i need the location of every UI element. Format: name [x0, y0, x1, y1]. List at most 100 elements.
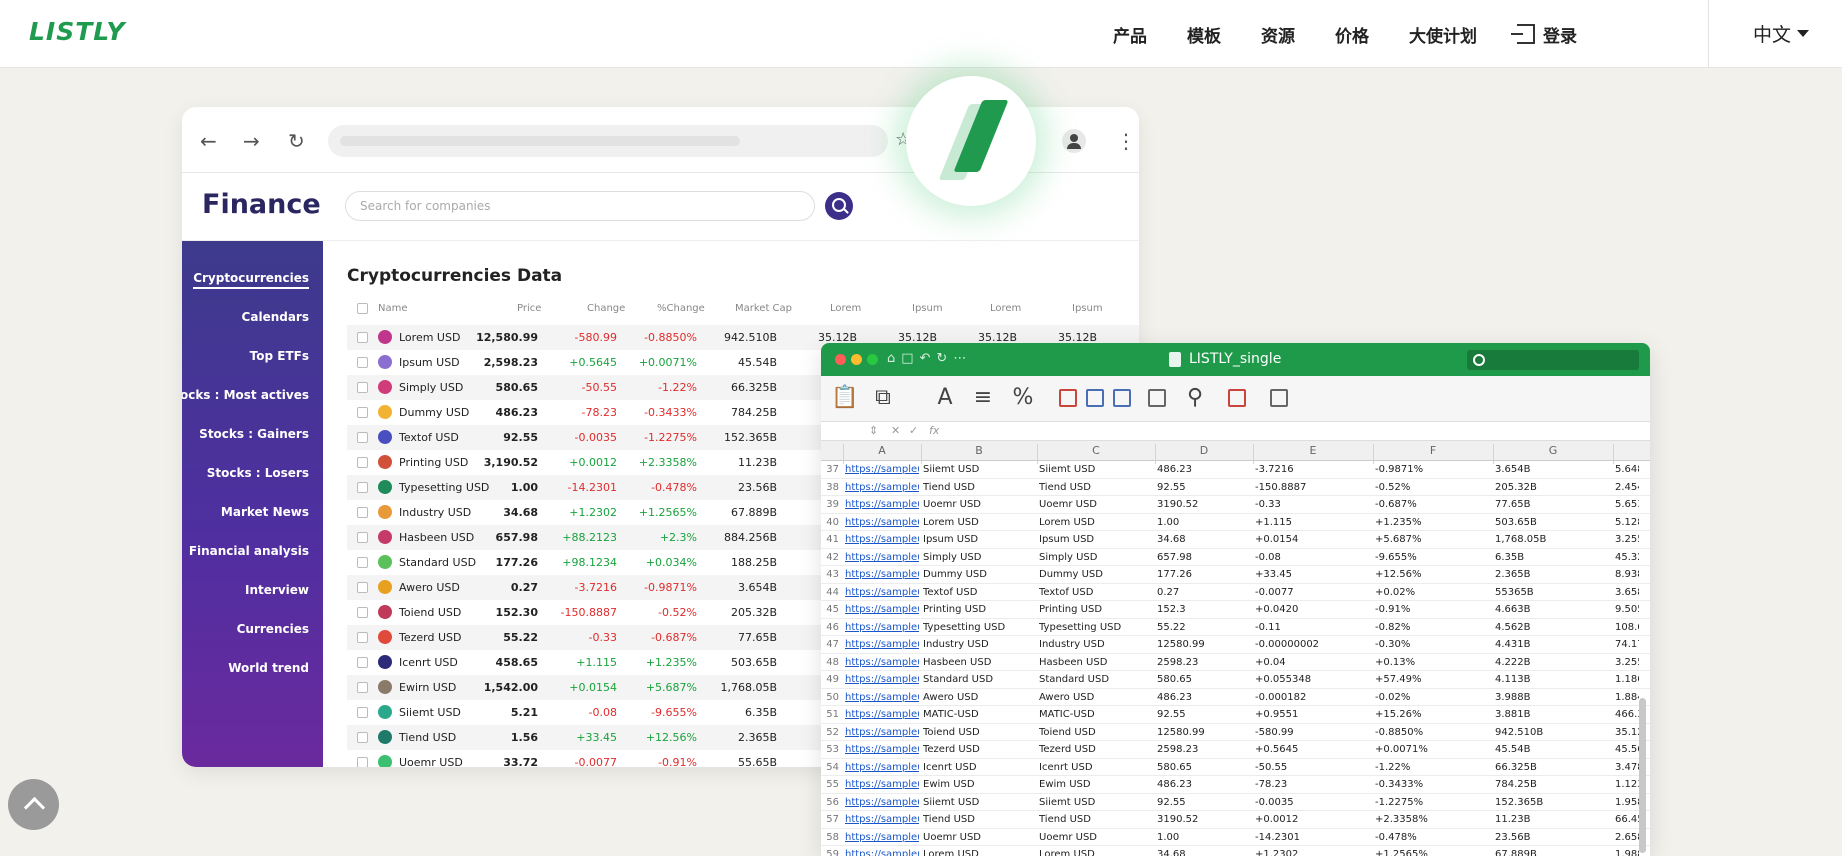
cell-url-link[interactable]: https://sampleu — [845, 464, 919, 475]
cell-f: -0.82% — [1375, 621, 1411, 633]
cell-url-link[interactable]: https://sampleu — [845, 727, 919, 738]
cell-url-link[interactable]: https://sampleu — [845, 779, 919, 790]
language-selector[interactable]: 中文 — [1753, 20, 1810, 47]
row-checkbox[interactable] — [357, 382, 368, 393]
coin-pct-change: +1.235% — [645, 656, 697, 669]
cell-url-link[interactable]: https://sampleu — [845, 692, 919, 703]
cell-url-link[interactable]: https://sampleu — [845, 657, 919, 668]
cell-url-link[interactable]: https://sampleu — [845, 832, 919, 843]
coin-market-cap: 1,768.05B — [720, 681, 777, 694]
nav-link-resources[interactable]: 资源 — [1261, 22, 1295, 47]
row-checkbox[interactable] — [357, 657, 368, 668]
sheet-row: 51 https://sampleu MATIC-USD MATIC-USD 92.55… — [821, 706, 1650, 724]
coin-price: 3,190.52 — [483, 456, 538, 469]
row-checkbox[interactable] — [357, 707, 368, 718]
row-checkbox[interactable] — [357, 757, 368, 767]
coin-name: Textof USD — [399, 431, 459, 444]
row-checkbox[interactable] — [357, 332, 368, 343]
coin-pct-change: +2.3% — [659, 531, 697, 544]
cell-f: -9.655% — [1375, 551, 1417, 563]
cell-e: -14.2301 — [1255, 831, 1300, 843]
cell-b: Textof USD — [923, 586, 978, 598]
cell-url-link[interactable]: https://sampleu — [845, 849, 919, 856]
nav-link-pricing[interactable]: 价格 — [1335, 22, 1369, 47]
nav-link-ambassador[interactable]: 大使计划 — [1409, 22, 1477, 47]
row-checkbox[interactable] — [357, 432, 368, 443]
cell-url-link[interactable]: https://sampleu — [845, 569, 919, 580]
cell-url-link[interactable]: https://sampleu — [845, 499, 919, 510]
coin-change: +88.2123 — [562, 531, 617, 544]
row-checkbox[interactable] — [357, 457, 368, 468]
coin-price: 5.21 — [510, 706, 538, 719]
coin-name: Uoemr USD — [399, 756, 463, 767]
coin-change: +1.115 — [576, 656, 617, 669]
row-number: 59 — [826, 849, 839, 856]
cell-h: 3.658 — [1615, 586, 1639, 598]
cell-f: +1.2565% — [1375, 849, 1428, 856]
login-button[interactable]: 登录 — [1511, 22, 1577, 47]
sheet-scrollbar[interactable] — [1639, 698, 1646, 853]
cell-url-link[interactable]: https://sampleu — [845, 552, 919, 563]
coin-price: 2,598.23 — [483, 356, 538, 369]
row-checkbox[interactable] — [357, 632, 368, 643]
nav-link-product[interactable]: 产品 — [1113, 22, 1147, 47]
coin-market-cap: 942.510B — [723, 331, 777, 344]
row-checkbox[interactable] — [357, 532, 368, 543]
cell-g: 4.562B — [1495, 621, 1531, 633]
cell-d: 12580.99 — [1157, 726, 1205, 738]
sidebar-item-calendars: Calendars — [241, 310, 309, 324]
cell-url-link[interactable]: https://sampleu — [845, 814, 919, 825]
sheet-row: 54 https://sampleu Icenrt USD Icenrt USD 580… — [821, 759, 1650, 776]
cell-url-link[interactable]: https://sampleu — [845, 709, 919, 720]
cell-url-link[interactable]: https://sampleu — [845, 587, 919, 598]
cell-d: 92.55 — [1157, 481, 1186, 493]
cell-h: 2.454 — [1615, 481, 1639, 493]
sidebar-item-cryptocurrencies: Cryptocurrencies — [193, 271, 309, 289]
back-to-top-button[interactable] — [8, 779, 59, 830]
coin-pct-change: -0.91% — [658, 756, 697, 767]
coin-name: Ewirn USD — [399, 681, 457, 694]
row-checkbox[interactable] — [357, 357, 368, 368]
row-checkbox[interactable] — [357, 507, 368, 518]
cell-url-link[interactable]: https://sampleu — [845, 517, 919, 528]
cell-url-link[interactable]: https://sampleu — [845, 797, 919, 808]
coin-change: +98.1234 — [562, 556, 617, 569]
cell-url-link[interactable]: https://sampleu — [845, 674, 919, 685]
cell-b: Lorem USD — [923, 849, 979, 856]
row-checkbox[interactable] — [357, 407, 368, 418]
align-icon: ≡ — [973, 385, 993, 410]
row-checkbox[interactable] — [357, 682, 368, 693]
cell-h: 45.56 — [1615, 744, 1639, 755]
cell-c: Tiend USD — [1039, 481, 1091, 493]
nav-link-templates[interactable]: 模板 — [1187, 22, 1221, 47]
cell-f: +1.235% — [1375, 516, 1422, 528]
row-checkbox[interactable] — [357, 557, 368, 568]
cell-url-link[interactable]: https://sampleu — [845, 534, 919, 545]
sheet-row: 58 https://sampleu Uoemr USD Uoemr USD 1.00 -… — [821, 829, 1650, 846]
cell-url-link[interactable]: https://sampleu — [845, 639, 919, 650]
cell-g: 23.56B — [1495, 831, 1531, 843]
cell-url-link[interactable]: https://sampleu — [845, 622, 919, 633]
cancel-icon: ✕ — [891, 424, 901, 437]
cell-b: Simply USD — [923, 551, 982, 563]
cell-url-link[interactable]: https://sampleu — [845, 762, 919, 773]
row-checkbox[interactable] — [357, 482, 368, 493]
cell-d: 92.55 — [1157, 709, 1186, 720]
sidebar-item-financial-analysis: Financial analysis — [188, 544, 309, 558]
copy-icon: ⧉ — [875, 385, 891, 410]
cell-url-link[interactable]: https://sampleu — [845, 744, 919, 755]
header-ipsum-2: Ipsum — [1072, 303, 1103, 314]
row-checkbox[interactable] — [357, 732, 368, 743]
coin-price: 152.30 — [495, 606, 538, 619]
cell-h: 5.653 — [1615, 499, 1639, 510]
cell-url-link[interactable]: https://sampleu — [845, 482, 919, 493]
row-checkbox[interactable] — [357, 607, 368, 618]
spreadsheet-search-icon — [1467, 350, 1639, 370]
coin-price: 486.23 — [495, 406, 538, 419]
cell-g: 4.113B — [1495, 674, 1531, 685]
cell-url-link[interactable]: https://sampleu — [845, 604, 919, 615]
cell-e: +0.04 — [1255, 656, 1286, 668]
row-checkbox[interactable] — [357, 582, 368, 593]
listly-logo[interactable]: LISTLY — [29, 17, 125, 46]
cell-b: Ipsum USD — [923, 534, 979, 545]
